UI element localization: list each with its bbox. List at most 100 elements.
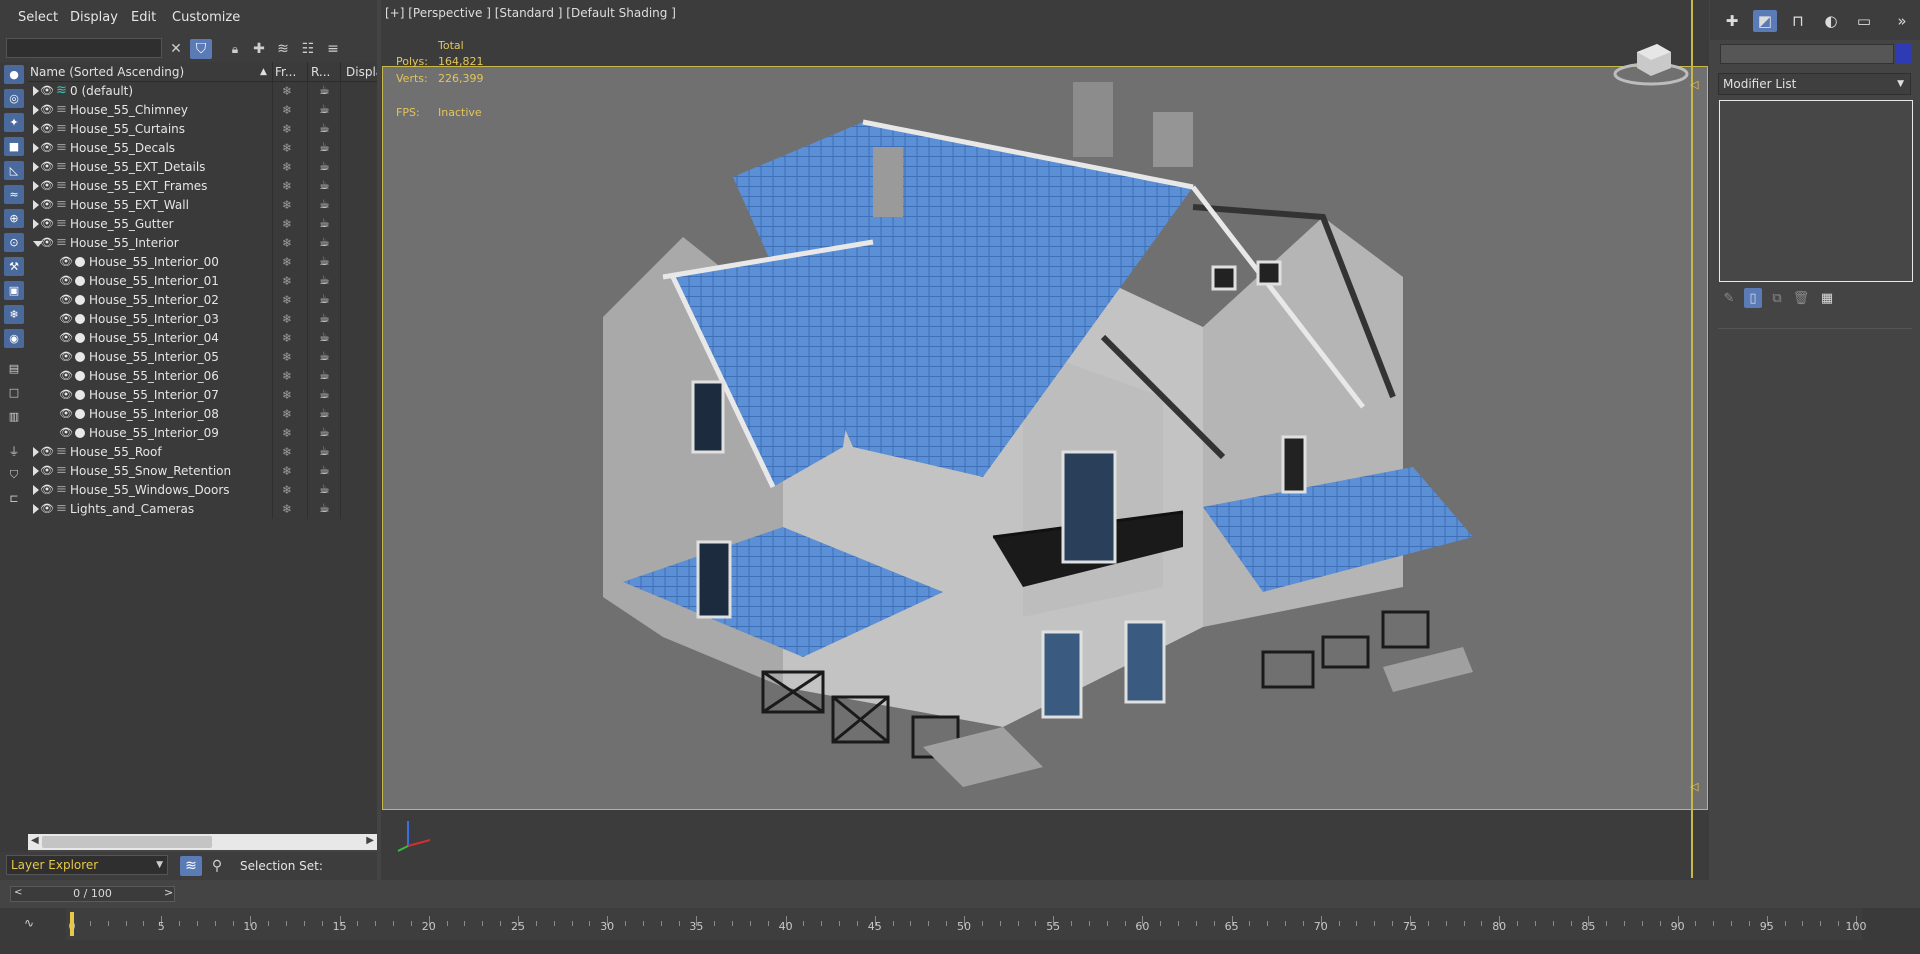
tree-row[interactable]: 👁︎ House_55_Interior_04 ❄ ☕︎ (28, 329, 377, 348)
filter-geometry-icon[interactable]: ● (4, 65, 24, 84)
column-name[interactable]: Name (Sorted Ascending) (30, 65, 184, 79)
expand-closed-icon[interactable] (33, 162, 39, 172)
render-teapot-icon[interactable]: ☕︎ (319, 406, 330, 420)
playhead[interactable] (70, 912, 74, 936)
visibility-eye-icon[interactable]: 👁︎ (59, 274, 73, 287)
curve-editor-icon[interactable]: ∿ (24, 916, 34, 930)
filter-shapes-icon[interactable]: ◎ (4, 89, 24, 108)
visibility-eye-icon[interactable]: 👁︎ (40, 103, 54, 116)
create-icon[interactable]: ✚ (1720, 10, 1744, 32)
freeze-snowflake-icon[interactable]: ❄ (282, 198, 292, 212)
tree-row[interactable]: 👁︎ House_55_Interior_07 ❄ ☕︎ (28, 386, 377, 405)
expand-closed-icon[interactable] (33, 181, 39, 191)
tree-row[interactable]: 👁︎ ≡ House_55_EXT_Details ❄ ☕︎ (28, 158, 377, 177)
column-display[interactable]: Displa (346, 65, 377, 79)
tree-row[interactable]: 👁︎ House_55_Interior_06 ❄ ☕︎ (28, 367, 377, 386)
expand-closed-icon[interactable] (33, 466, 39, 476)
freeze-snowflake-icon[interactable]: ❄ (282, 217, 292, 231)
filter-xrefs-icon[interactable]: ⊙ (4, 233, 24, 252)
render-teapot-icon[interactable]: ☕︎ (319, 254, 330, 268)
filter-groups-icon[interactable]: ⊕ (4, 209, 24, 228)
menu-edit[interactable]: Edit (131, 10, 156, 25)
filter-helpers-icon[interactable]: ◺ (4, 161, 24, 180)
tree-row[interactable]: 👁︎ ≡ House_55_EXT_Frames ❄ ☕︎ (28, 177, 377, 196)
render-teapot-icon[interactable]: ☕︎ (319, 197, 330, 211)
expand-icon[interactable]: » (1890, 10, 1914, 32)
hierarchy-mode-icon[interactable]: ⚲ (206, 856, 228, 876)
expand-closed-icon[interactable] (33, 219, 39, 229)
visibility-eye-icon[interactable]: 👁︎ (40, 84, 54, 97)
tree-row[interactable]: 👁︎ ≡ House_55_Windows_Doors ❄ ☕︎ (28, 481, 377, 500)
freeze-snowflake-icon[interactable]: ❄ (282, 312, 292, 326)
display-icon[interactable]: ▭ (1852, 10, 1876, 32)
expand-closed-icon[interactable] (33, 143, 39, 153)
freeze-snowflake-icon[interactable]: ❄ (282, 388, 292, 402)
filter-options-icon[interactable]: ⛉ (4, 465, 24, 484)
filter-containers-icon[interactable]: ▣ (4, 281, 24, 300)
layers-icon[interactable]: ≡ (322, 39, 344, 59)
visibility-eye-icon[interactable]: 👁︎ (40, 502, 54, 515)
modifier-stack[interactable] (1719, 100, 1913, 282)
render-teapot-icon[interactable]: ☕︎ (319, 330, 330, 344)
filter-hidden-icon[interactable]: ◉ (4, 329, 24, 348)
menu-display[interactable]: Display (70, 10, 118, 25)
render-teapot-icon[interactable]: ☕︎ (319, 444, 330, 458)
visibility-eye-icon[interactable]: 👁︎ (40, 483, 54, 496)
pin-stack-icon[interactable]: ✎ (1720, 288, 1738, 308)
render-teapot-icon[interactable]: ☕︎ (319, 501, 330, 515)
scrollbar-thumb[interactable] (42, 836, 212, 848)
freeze-snowflake-icon[interactable]: ❄ (282, 407, 292, 421)
add-layer-icon[interactable]: ✚ (248, 39, 270, 59)
next-frame-icon[interactable]: > (164, 886, 173, 899)
prev-frame-icon[interactable]: < (14, 887, 22, 898)
modify-icon[interactable]: ◩ (1753, 10, 1777, 32)
explorer-selector[interactable]: Layer Explorer ▼ (6, 855, 168, 875)
render-teapot-icon[interactable]: ☕︎ (319, 425, 330, 439)
layers-add-icon[interactable]: ≋ (272, 39, 294, 59)
scroll-right-icon[interactable]: ▶ (366, 835, 374, 846)
tree-row[interactable]: 👁︎ House_55_Interior_02 ❄ ☕︎ (28, 291, 377, 310)
freeze-snowflake-icon[interactable]: ❄ (282, 122, 292, 136)
make-unique-icon[interactable]: ⧉ (1768, 288, 1786, 308)
remove-modifier-icon[interactable]: 🗑︎ (1792, 288, 1810, 308)
visibility-eye-icon[interactable]: 👁︎ (59, 293, 73, 306)
render-teapot-icon[interactable]: ☕︎ (319, 482, 330, 496)
tree-row[interactable]: 👁︎ ≡ House_55_Decals ❄ ☕︎ (28, 139, 377, 158)
column-frozen[interactable]: Fr... (275, 65, 307, 79)
tree-row[interactable]: 👁︎ House_55_Interior_00 ❄ ☕︎ (28, 253, 377, 272)
freeze-snowflake-icon[interactable]: ❄ (282, 84, 292, 98)
render-teapot-icon[interactable]: ☕︎ (319, 121, 330, 135)
visibility-eye-icon[interactable]: 👁︎ (59, 350, 73, 363)
tree-row[interactable]: 👁︎ House_55_Interior_05 ❄ ☕︎ (28, 348, 377, 367)
perspective-viewport[interactable] (382, 66, 1708, 810)
hierarchy-icon[interactable]: ⊓ (1786, 10, 1810, 32)
render-teapot-icon[interactable]: ☕︎ (319, 311, 330, 325)
freeze-snowflake-icon[interactable]: ❄ (282, 331, 292, 345)
visibility-eye-icon[interactable]: 👁︎ (40, 179, 54, 192)
show-all-icon[interactable]: ▤ (4, 359, 24, 378)
render-teapot-icon[interactable]: ☕︎ (319, 235, 330, 249)
viewport-label[interactable]: [+] [Perspective ] [Standard ] [Default … (385, 6, 676, 20)
visibility-eye-icon[interactable]: 👁︎ (59, 426, 73, 439)
expand-closed-icon[interactable] (33, 200, 39, 210)
visibility-eye-icon[interactable]: 👁︎ (59, 407, 73, 420)
freeze-snowflake-icon[interactable]: ❄ (282, 179, 292, 193)
visibility-eye-icon[interactable]: 👁︎ (40, 236, 54, 249)
visibility-eye-icon[interactable]: 👁︎ (40, 445, 54, 458)
render-teapot-icon[interactable]: ☕︎ (319, 159, 330, 173)
render-teapot-icon[interactable]: ☕︎ (319, 83, 330, 97)
expand-closed-icon[interactable] (33, 485, 39, 495)
visibility-eye-icon[interactable]: 👁︎ (59, 388, 73, 401)
expand-closed-icon[interactable] (33, 504, 39, 514)
render-teapot-icon[interactable]: ☕︎ (319, 292, 330, 306)
visibility-eye-icon[interactable]: 👁︎ (40, 198, 54, 211)
visibility-eye-icon[interactable]: 👁︎ (59, 312, 73, 325)
tree-row[interactable]: 👁︎ House_55_Interior_08 ❄ ☕︎ (28, 405, 377, 424)
clear-search-icon[interactable]: ✕ (165, 39, 187, 59)
render-teapot-icon[interactable]: ☕︎ (319, 387, 330, 401)
expand-closed-icon[interactable] (33, 86, 39, 96)
expand-closed-icon[interactable] (33, 124, 39, 134)
render-teapot-icon[interactable]: ☕︎ (319, 216, 330, 230)
filter-icon[interactable]: ⛉ (190, 39, 212, 59)
visibility-eye-icon[interactable]: 👁︎ (59, 331, 73, 344)
